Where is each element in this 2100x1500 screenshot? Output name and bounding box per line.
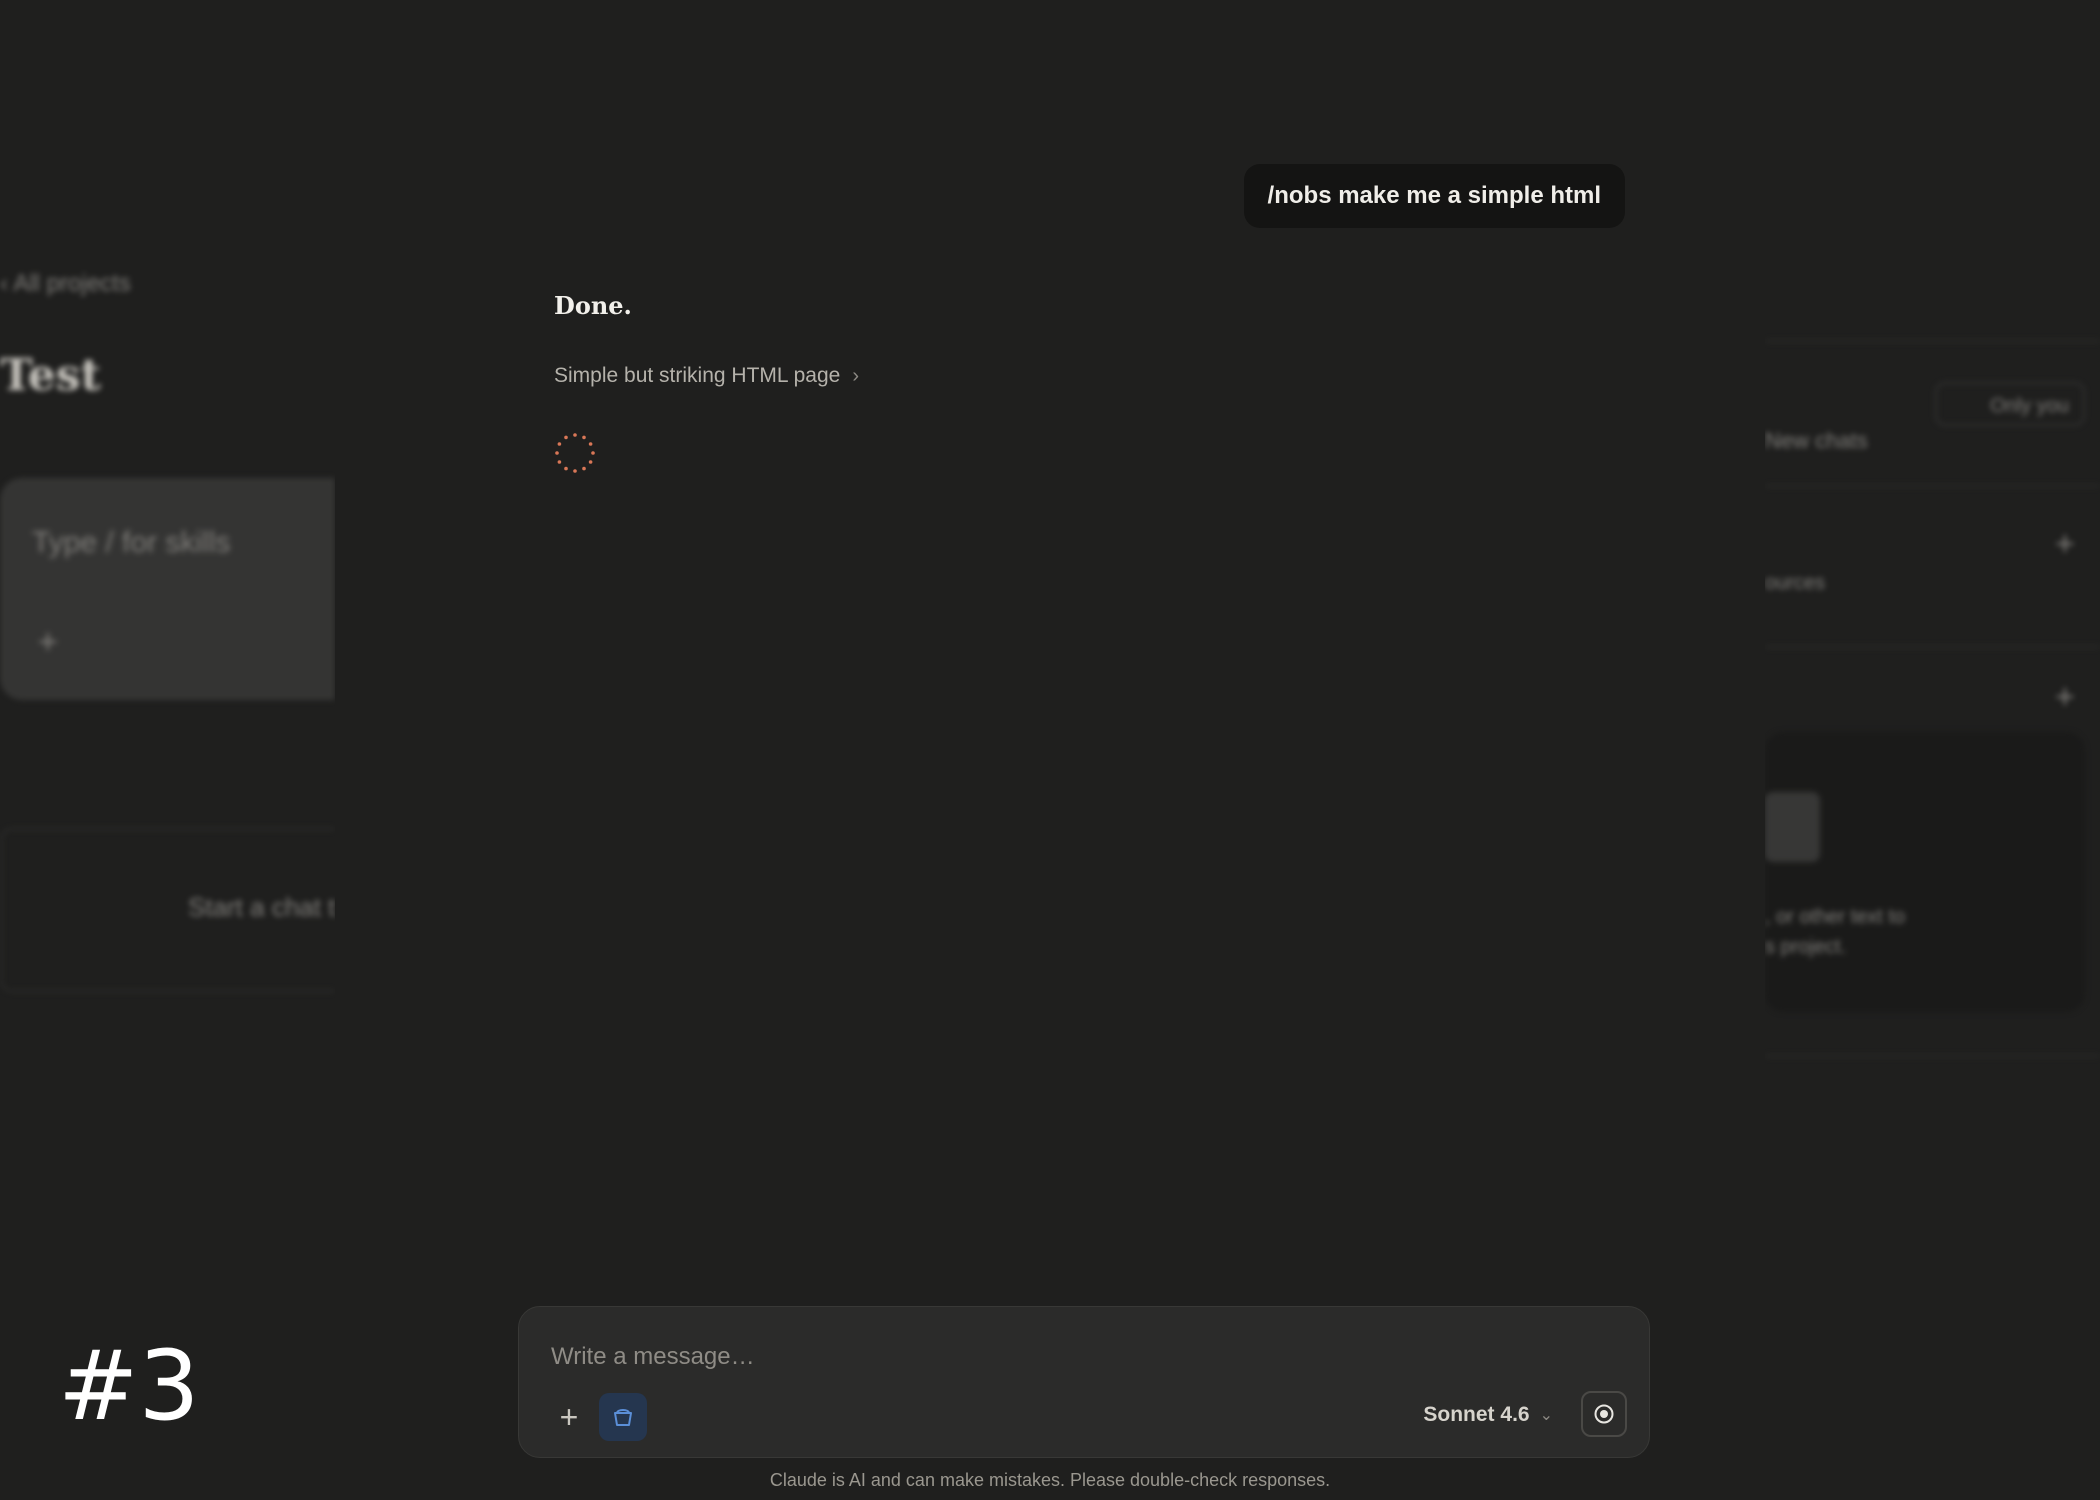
user-message: /nobs make me a simple html — [1243, 164, 1625, 228]
files-hint-1: , or other text to — [1765, 906, 1906, 928]
background-project-left: ‹ All projects Test Type / for skills + … — [0, 0, 335, 1500]
plus-icon[interactable]: + — [551, 1399, 587, 1435]
background-project-right: Only you New chats + ources + , or other… — [1765, 0, 2100, 1500]
instructions-hint: ources — [1765, 572, 1826, 594]
visibility-badge: Only you — [1935, 382, 2085, 426]
empty-chats-card: Start a chat t — [0, 828, 335, 992]
voice-icon[interactable] — [1581, 1391, 1627, 1437]
plus-icon: + — [38, 623, 58, 661]
all-projects-label: All projects — [13, 270, 131, 297]
plus-icon: + — [2055, 678, 2075, 716]
artifact-link[interactable]: Simple but striking HTML page › — [554, 364, 859, 388]
divider — [1765, 646, 2100, 648]
files-hint-2: s project. — [1765, 936, 1847, 958]
disclaimer: Claude is AI and can make mistakes. Plea… — [769, 1470, 1331, 1490]
project-title: Test — [0, 350, 101, 401]
divider — [1765, 1055, 2100, 1057]
message-input[interactable]: Write a message… — [551, 1343, 755, 1371]
assistant-reply: Done. — [554, 291, 632, 320]
file-thumbnail — [1765, 792, 1820, 862]
chevron-down-icon: ⌄ — [1539, 1407, 1553, 1424]
new-chats-label: New chats — [1765, 428, 1868, 453]
chevron-right-icon: › — [852, 364, 860, 387]
spinner-icon — [554, 432, 596, 474]
project-input: Type / for skills + — [0, 478, 335, 700]
divider — [1765, 340, 2100, 342]
all-projects-link: ‹ All projects — [0, 270, 131, 297]
tool-icon[interactable] — [599, 1393, 647, 1441]
divider — [1765, 485, 2100, 487]
model-selector[interactable]: Sonnet 4.6 ⌄ — [1423, 1403, 1553, 1427]
project-input-placeholder: Type / for skills — [32, 526, 231, 559]
overlay-step-label: #3 — [58, 1330, 200, 1442]
plus-icon: + — [2055, 525, 2075, 563]
message-composer: Write a message… + Sonnet 4.6 ⌄ — [518, 1306, 1650, 1458]
chat-panel: /nobs make me a simple html Done. Simple… — [335, 0, 1765, 1500]
files-card: , or other text to s project. — [1765, 732, 2085, 1012]
empty-chats-text: Start a chat t — [188, 892, 335, 922]
model-name: Sonnet 4.6 — [1423, 1403, 1530, 1426]
artifact-title: Simple but striking HTML page — [554, 364, 841, 387]
